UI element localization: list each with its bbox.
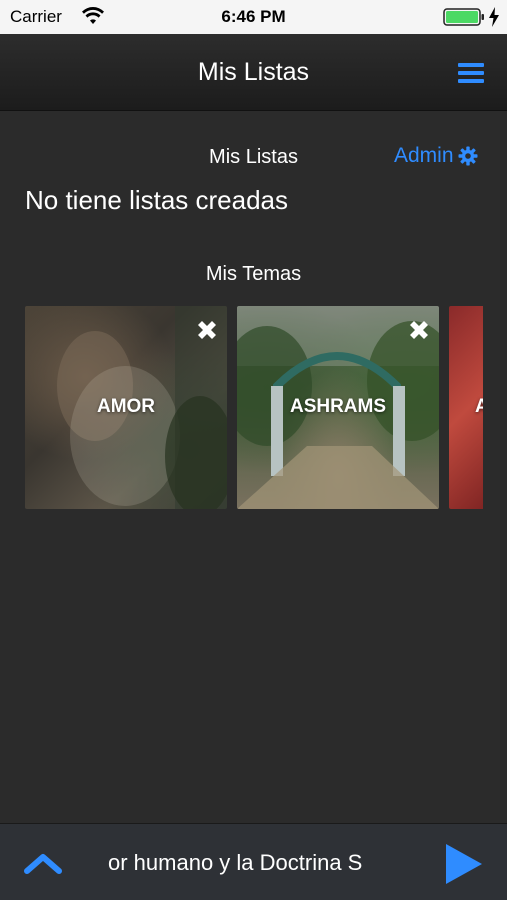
- topic-label: A: [475, 396, 483, 417]
- admin-button[interactable]: Admin: [394, 144, 478, 168]
- close-icon[interactable]: [193, 316, 221, 344]
- app-screen: Carrier 6:46 PM Mis Listas Mis Listas Ad…: [0, 0, 507, 900]
- gear-icon: [458, 146, 478, 166]
- track-title: or humano y la Doctrina S: [108, 850, 363, 875]
- status-time: 6:46 PM: [221, 7, 286, 26]
- status-bar: Carrier 6:46 PM: [0, 0, 507, 34]
- topic-label: AMOR: [96, 396, 156, 417]
- charging-icon: [489, 7, 499, 27]
- battery-icon: [443, 8, 484, 26]
- topics-carousel[interactable]: AMOR ASHRAMS A: [25, 306, 483, 509]
- close-icon[interactable]: [405, 316, 433, 344]
- track-title-marquee: or humano y la Doctrina S: [108, 850, 400, 880]
- admin-button-label: Admin: [394, 144, 454, 167]
- topics-section-heading: Mis Temas: [205, 263, 302, 285]
- hamburger-menu-icon[interactable]: [458, 62, 484, 84]
- topic-card-partial[interactable]: A: [449, 306, 483, 509]
- topic-card-ashrams[interactable]: ASHRAMS: [237, 306, 439, 509]
- player-bar: or humano y la Doctrina S: [0, 823, 507, 900]
- chevron-up-icon[interactable]: [24, 852, 62, 874]
- play-icon[interactable]: [444, 842, 484, 886]
- topic-card-amor[interactable]: AMOR: [25, 306, 227, 509]
- page-title: Mis Listas: [197, 58, 310, 86]
- navigation-bar: Mis Listas: [0, 34, 507, 111]
- topic-label: ASHRAMS: [289, 396, 387, 417]
- empty-lists-message: No tiene listas creadas: [25, 185, 289, 215]
